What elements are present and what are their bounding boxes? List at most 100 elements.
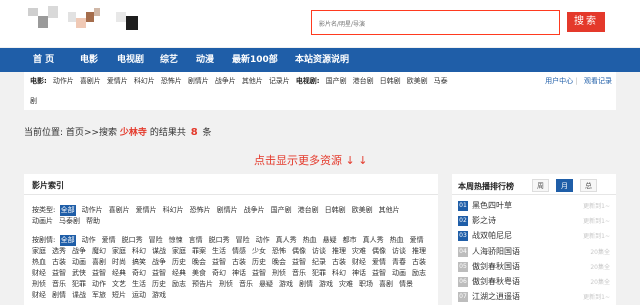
- type-filter-tag[interactable]: 动作片: [82, 205, 103, 216]
- subnav-movie-horror[interactable]: 恐怖片: [161, 77, 182, 85]
- subnav-movie-scifi[interactable]: 科幻片: [134, 77, 155, 85]
- subnav-movie-action[interactable]: 动作片: [53, 77, 74, 85]
- plot-filter-tag[interactable]: 益智: [92, 268, 106, 279]
- plot-filter-tag[interactable]: 益智: [252, 268, 266, 279]
- plot-filter-tag[interactable]: 古装: [332, 257, 346, 268]
- plot-filter-tag[interactable]: 音乐: [292, 268, 306, 279]
- plot-filter-tag[interactable]: 推理: [412, 246, 426, 257]
- plot-filter-tag[interactable]: 美食: [192, 268, 206, 279]
- plot-filter-tag[interactable]: 刑侦: [32, 279, 46, 290]
- plot-filter-tag[interactable]: 职场: [359, 279, 373, 290]
- plot-filter-tag[interactable]: 刑侦: [219, 279, 233, 290]
- breadcrumb-home[interactable]: 首页: [66, 128, 84, 138]
- plot-filter-tag[interactable]: 晚会: [192, 257, 206, 268]
- plot-filter-tag[interactable]: 战争: [72, 246, 86, 257]
- plot-filter-tag[interactable]: 动画: [72, 257, 86, 268]
- plot-filter-tag[interactable]: 文艺: [112, 279, 126, 290]
- plot-filter-tag[interactable]: 动画: [392, 268, 406, 279]
- type-filter-tag[interactable]: 其他片: [379, 205, 400, 216]
- subnav-tv-western[interactable]: 欧美剧: [407, 77, 428, 85]
- nav-tv[interactable]: 电视剧: [117, 48, 144, 72]
- plot-filter-tag[interactable]: 古装: [52, 257, 66, 268]
- watch-history-link[interactable]: 观看记录: [584, 77, 612, 85]
- plot-filter-tag[interactable]: 热血: [390, 235, 404, 246]
- nav-movie[interactable]: 电影: [80, 48, 98, 72]
- plot-filter-tag[interactable]: 晚会: [272, 257, 286, 268]
- type-filter-tag[interactable]: 帮助: [86, 216, 100, 227]
- plot-filter-tag[interactable]: 古装: [412, 257, 426, 268]
- plot-filter-tag[interactable]: 短片: [112, 290, 126, 301]
- rank-title[interactable]: 傲剑春秋国语: [472, 261, 520, 272]
- plot-filter-tag[interactable]: 科幻: [132, 246, 146, 257]
- type-filter-tag[interactable]: 动画片: [32, 216, 53, 227]
- plot-filter-tag[interactable]: 热血: [303, 235, 317, 246]
- plot-filter-tag[interactable]: 真人秀: [276, 235, 297, 246]
- plot-filter-tag[interactable]: 犯罪: [312, 268, 326, 279]
- plot-filter-tag[interactable]: 音乐: [52, 279, 66, 290]
- tab-total[interactable]: 总: [580, 179, 597, 192]
- ranking-item[interactable]: 03 战双帕尼尼 更新到1~: [458, 229, 612, 244]
- plot-filter-tag[interactable]: 纪录: [312, 257, 326, 268]
- subnav-movie-romance[interactable]: 爱情片: [107, 77, 128, 85]
- plot-filter-tag[interactable]: 悬疑: [259, 279, 273, 290]
- plot-filter-tag[interactable]: 武侠: [72, 268, 86, 279]
- plot-filter-tag[interactable]: 冒险: [236, 235, 250, 246]
- subnav-tv-thai[interactable]: 马泰: [434, 77, 448, 85]
- type-filter-tag[interactable]: 日韩剧: [325, 205, 346, 216]
- plot-filter-tag[interactable]: 剧情: [52, 290, 66, 301]
- plot-filter-tag[interactable]: 神话: [232, 268, 246, 279]
- plot-filter-tag[interactable]: 热血: [32, 257, 46, 268]
- plot-filter-tag[interactable]: 灾难: [352, 246, 366, 257]
- plot-filter-tag[interactable]: 经典: [112, 268, 126, 279]
- plot-filter-tag[interactable]: 预告片: [192, 279, 213, 290]
- nav-latest-100[interactable]: 最新100部: [232, 48, 278, 72]
- show-more-resources-link[interactable]: 点击显示更多资源 ↓ ↓: [254, 152, 367, 168]
- plot-filter-tag[interactable]: 刑侦: [272, 268, 286, 279]
- subnav-tv-thai-overflow[interactable]: 剧: [30, 97, 37, 105]
- plot-filter-tag[interactable]: 游戏: [319, 279, 333, 290]
- plot-filter-tag[interactable]: 历史: [152, 279, 166, 290]
- plot-filter-tag[interactable]: 益智: [152, 268, 166, 279]
- type-filter-tag[interactable]: 港台剧: [298, 205, 319, 216]
- plot-filter-tag[interactable]: 家庭: [32, 246, 46, 257]
- type-filter-tag[interactable]: 恐怖片: [190, 205, 211, 216]
- plot-filter-tag[interactable]: 喜剧: [379, 279, 393, 290]
- plot-filter-tag[interactable]: 财经: [352, 257, 366, 268]
- subnav-movie-drama[interactable]: 剧情片: [188, 77, 209, 85]
- plot-filter-tag[interactable]: 家庭: [112, 246, 126, 257]
- plot-filter-tag[interactable]: 真人秀: [363, 235, 384, 246]
- tab-month[interactable]: 月: [556, 179, 573, 192]
- ranking-item[interactable]: 01 黑色四叶草 更新到1~: [458, 199, 612, 214]
- rank-title[interactable]: 人海骄阳国语: [472, 246, 520, 257]
- type-filter-tag[interactable]: 喜剧片: [109, 205, 130, 216]
- rank-title[interactable]: 战双帕尼尼: [472, 230, 512, 241]
- plot-filter-tag[interactable]: 喜剧: [92, 257, 106, 268]
- plot-filter-tag[interactable]: 选秀: [52, 246, 66, 257]
- subnav-movie-war[interactable]: 战争片: [215, 77, 236, 85]
- type-filter-tag[interactable]: 爱情片: [136, 205, 157, 216]
- tab-week[interactable]: 周: [532, 179, 549, 192]
- plot-filter-tag[interactable]: 悬疑: [323, 235, 337, 246]
- plot-filter-tag[interactable]: 励志: [172, 279, 186, 290]
- subnav-tv-jpkr[interactable]: 日韩剧: [380, 77, 401, 85]
- rank-title[interactable]: 江湖之逍遥语: [472, 291, 520, 302]
- subnav-movie-other[interactable]: 其他片: [242, 77, 263, 85]
- plot-filter-tag[interactable]: 罪案: [192, 246, 206, 257]
- plot-filter-tag[interactable]: 访谈: [392, 246, 406, 257]
- plot-filter-tag[interactable]: 全部: [59, 235, 76, 246]
- plot-filter-tag[interactable]: 脱口秀: [122, 235, 143, 246]
- plot-filter-tag[interactable]: 古装: [232, 257, 246, 268]
- plot-filter-tag[interactable]: 生活: [132, 279, 146, 290]
- ranking-item[interactable]: 06 傲剑春秋粤语 20集全: [458, 275, 612, 290]
- plot-filter-tag[interactable]: 访谈: [312, 246, 326, 257]
- plot-filter-tag[interactable]: 时尚: [112, 257, 126, 268]
- search-button[interactable]: 搜索: [567, 12, 605, 32]
- plot-filter-tag[interactable]: 奇幻: [132, 268, 146, 279]
- plot-filter-tag[interactable]: 神话: [352, 268, 366, 279]
- type-filter-tag[interactable]: 全部: [59, 205, 76, 216]
- type-filter-tag[interactable]: 剧情片: [217, 205, 238, 216]
- plot-filter-tag[interactable]: 军旅: [92, 290, 106, 301]
- plot-filter-tag[interactable]: 情景: [399, 279, 413, 290]
- plot-filter-tag[interactable]: 益智: [52, 268, 66, 279]
- site-logo[interactable]: [28, 6, 148, 36]
